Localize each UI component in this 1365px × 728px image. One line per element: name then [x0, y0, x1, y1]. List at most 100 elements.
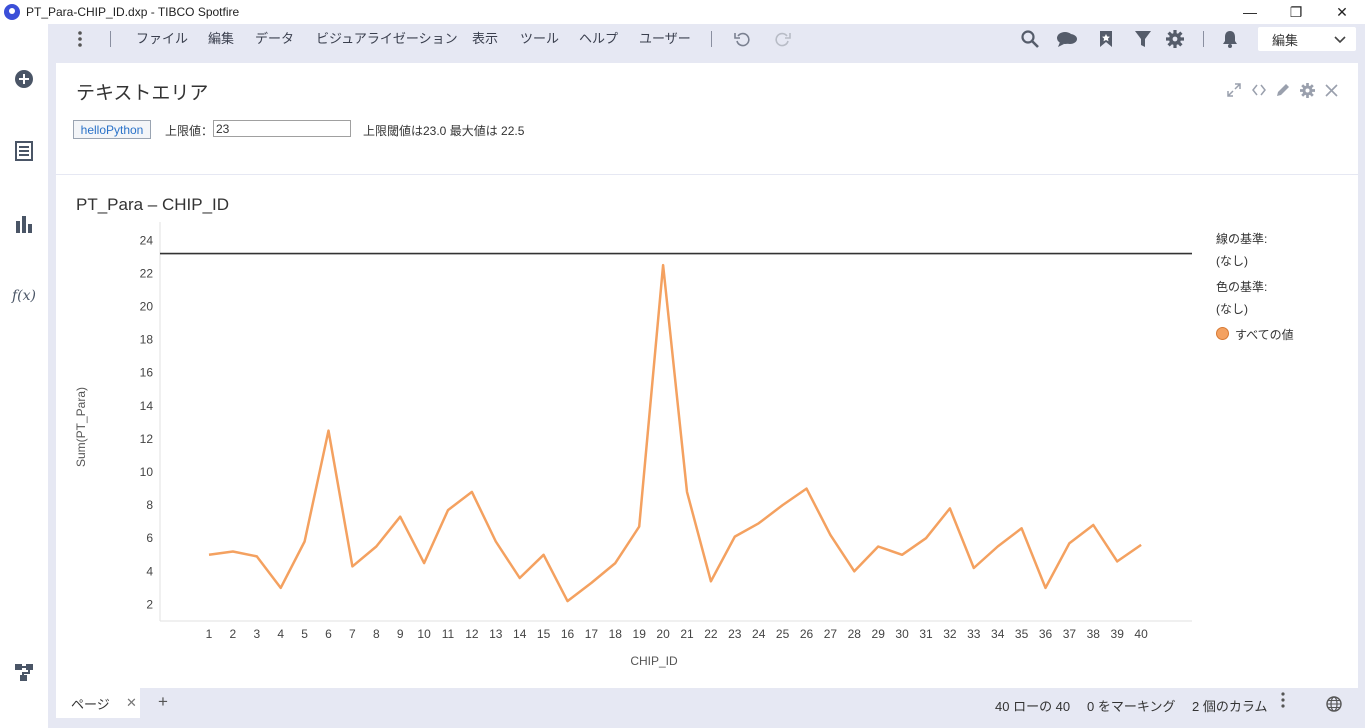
data-point[interactable] [1066, 540, 1072, 546]
data-point[interactable] [732, 534, 738, 540]
search-icon[interactable] [1019, 28, 1041, 50]
data-point[interactable] [1043, 585, 1049, 591]
menu-visualization[interactable]: ビジュアライゼーション [316, 24, 458, 54]
y-tick-label: 2 [146, 597, 153, 611]
data-point[interactable] [445, 507, 451, 513]
data-points [206, 262, 1144, 604]
close-window-button[interactable]: ✕ [1319, 0, 1365, 24]
menu-data[interactable]: データ [255, 24, 294, 54]
panel-settings-icon[interactable] [1298, 81, 1316, 99]
data-table-icon[interactable] [12, 139, 36, 163]
menu-user[interactable]: ユーザー [639, 24, 691, 54]
hello-python-button[interactable]: helloPython [73, 120, 151, 139]
data-point[interactable] [660, 262, 666, 268]
data-point[interactable] [780, 502, 786, 508]
add-page-icon[interactable]: + [158, 692, 168, 712]
data-point[interactable] [947, 505, 953, 511]
data-point[interactable] [851, 568, 857, 574]
redo-icon[interactable] [772, 28, 794, 50]
data-point[interactable] [326, 428, 332, 434]
legend-item-label[interactable]: すべての値 [1235, 326, 1294, 343]
data-point[interactable] [971, 565, 977, 571]
more-vertical-icon[interactable] [72, 28, 88, 50]
x-tick-label: 33 [967, 627, 981, 641]
data-point[interactable] [636, 524, 642, 530]
code-icon[interactable] [1250, 81, 1268, 99]
line-chart[interactable]: 24681012141618202224 1 2 3 4 5 6 7 8 9 10 11 12 13 14… [56, 175, 1358, 688]
more-vertical-icon[interactable] [1281, 692, 1285, 713]
bookmark-icon[interactable] [1095, 28, 1117, 50]
settings-gear-icon[interactable] [1164, 28, 1186, 50]
data-point[interactable] [923, 535, 929, 541]
menu-view[interactable]: 表示 [472, 24, 498, 54]
data-point[interactable] [302, 539, 308, 545]
x-tick-label: 3 [253, 627, 260, 641]
data-point[interactable] [254, 553, 260, 559]
menu-file[interactable]: ファイル [136, 24, 188, 54]
column-count: 2 個のカラム [1192, 699, 1268, 714]
undo-icon[interactable] [731, 28, 753, 50]
data-point[interactable] [1138, 542, 1144, 548]
legend-color-by-value[interactable]: (なし) [1216, 300, 1248, 317]
data-point[interactable] [373, 544, 379, 550]
data-point[interactable] [230, 548, 236, 554]
data-point[interactable] [1114, 558, 1120, 564]
notifications-bell-icon[interactable] [1219, 28, 1241, 50]
data-point[interactable] [206, 552, 212, 558]
x-tick-label: 10 [417, 627, 431, 641]
data-point[interactable] [995, 544, 1001, 550]
x-tick-label: 27 [824, 627, 838, 641]
x-tick-label: 25 [776, 627, 790, 641]
data-point[interactable] [804, 486, 810, 492]
page-tab[interactable]: ページ ✕ [56, 688, 140, 718]
close-tab-icon[interactable]: ✕ [126, 695, 137, 711]
data-flow-icon[interactable] [12, 660, 36, 684]
mode-dropdown[interactable]: 編集 [1258, 27, 1356, 51]
main-area: ファイル 編集 データ ビジュアライゼーション 表示 ツール ヘルプ ユーザー [48, 24, 1365, 728]
add-data-icon[interactable] [12, 67, 36, 91]
maximize-button[interactable]: ❐ [1273, 0, 1319, 24]
maximize-icon[interactable] [1225, 81, 1243, 99]
data-point[interactable] [612, 560, 618, 566]
edit-pencil-icon[interactable] [1274, 81, 1292, 99]
minimize-button[interactable]: — [1227, 0, 1273, 24]
x-tick-label: 34 [991, 627, 1005, 641]
data-point[interactable] [349, 563, 355, 569]
menu-help[interactable]: ヘルプ [579, 24, 618, 54]
limit-label: 上限値： [165, 124, 214, 138]
data-point[interactable] [469, 489, 475, 495]
data-point[interactable] [899, 552, 905, 558]
x-tick-label: 21 [680, 627, 694, 641]
x-tick-label: 9 [397, 627, 404, 641]
visualization-icon[interactable] [12, 212, 36, 236]
x-tick-label: 7 [349, 627, 356, 641]
data-point[interactable] [278, 585, 284, 591]
comments-icon[interactable] [1056, 28, 1078, 50]
x-tick-label: 6 [325, 627, 332, 641]
status-bar: ページ ✕ + 40 ローの 40 0 をマーキング 2 個のカラム [48, 688, 1365, 728]
x-tick-label: 31 [919, 627, 933, 641]
data-point[interactable] [827, 532, 833, 538]
menu-edit[interactable]: 編集 [208, 24, 234, 54]
filter-icon[interactable] [1132, 28, 1154, 50]
data-point[interactable] [517, 575, 523, 581]
data-point[interactable] [541, 552, 547, 558]
data-point[interactable] [565, 598, 571, 604]
data-point[interactable] [756, 520, 762, 526]
limit-input[interactable] [213, 120, 351, 137]
data-point[interactable] [875, 544, 881, 550]
data-point[interactable] [708, 578, 714, 584]
fx-icon[interactable]: f(x) [12, 284, 36, 308]
data-point[interactable] [421, 560, 427, 566]
data-point[interactable] [684, 489, 690, 495]
data-point[interactable] [1090, 522, 1096, 528]
globe-icon[interactable] [1326, 696, 1342, 715]
menu-tools[interactable]: ツール [520, 24, 559, 54]
x-tick-label: 35 [1015, 627, 1029, 641]
data-point[interactable] [588, 580, 594, 586]
close-panel-icon[interactable] [1322, 81, 1340, 99]
legend-line-by-value[interactable]: (なし) [1216, 252, 1248, 269]
data-point[interactable] [397, 514, 403, 520]
data-point[interactable] [493, 539, 499, 545]
data-point[interactable] [1019, 525, 1025, 531]
